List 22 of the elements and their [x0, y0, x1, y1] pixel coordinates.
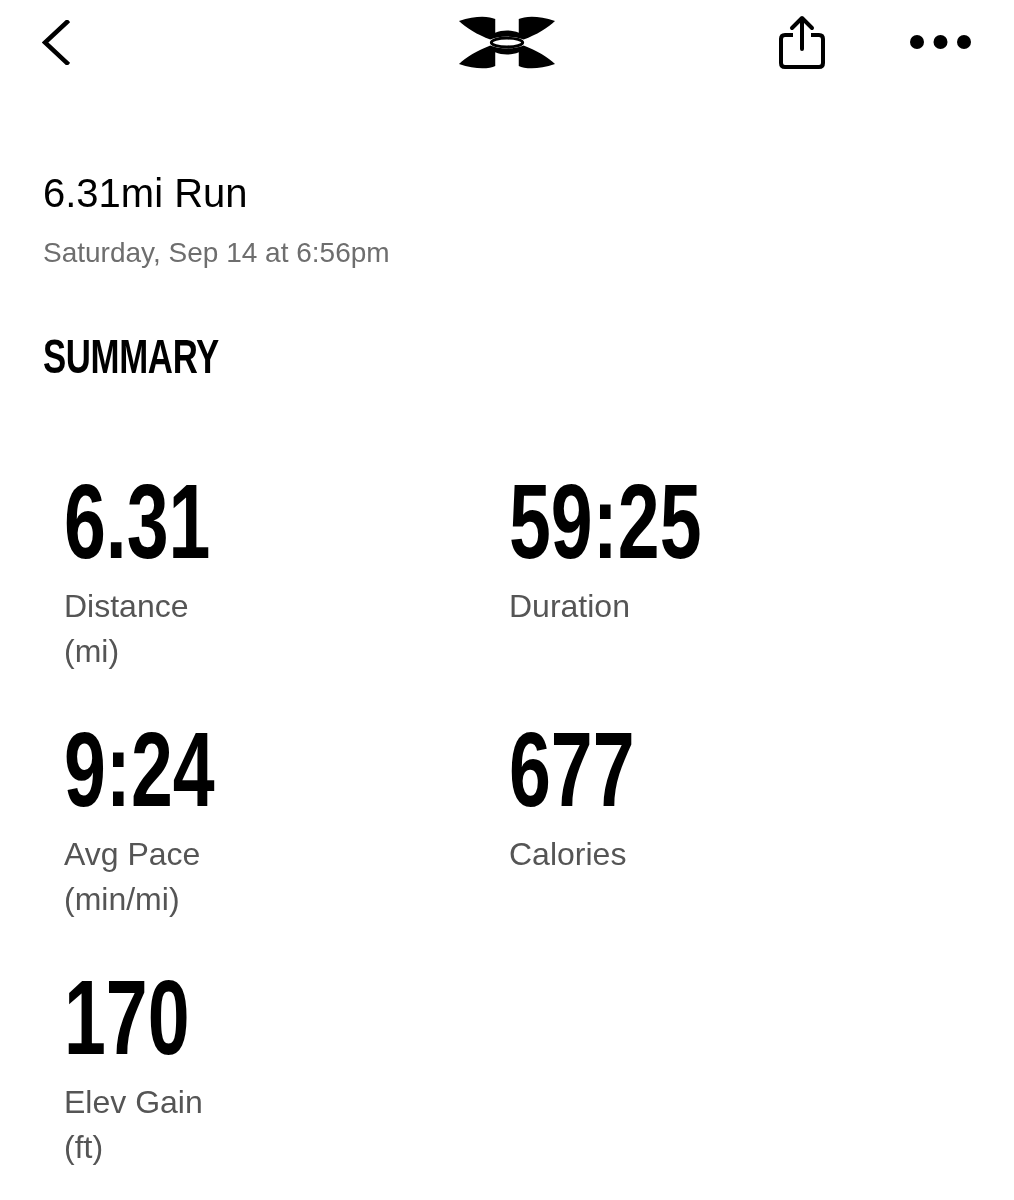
stat-unit: (min/mi)	[64, 880, 180, 919]
stat-label: Avg Pace	[64, 835, 201, 874]
stat-label: Duration	[509, 587, 630, 626]
share-icon	[777, 14, 827, 70]
stat-label: Calories	[509, 835, 627, 874]
activity-date: Saturday, Sep 14 at 6:56pm	[43, 236, 390, 270]
stat-value: 677	[509, 716, 635, 822]
activity-title: 6.31mi Run	[43, 170, 248, 217]
stat-value: 170	[64, 964, 190, 1070]
more-button[interactable]	[910, 35, 971, 49]
stat-value: 59:25	[509, 468, 702, 574]
summary-heading: SUMMARY	[43, 328, 219, 384]
more-icon	[910, 35, 971, 49]
stat-unit: (mi)	[64, 632, 120, 671]
stat-label: Elev Gain	[64, 1083, 203, 1122]
back-button[interactable]	[42, 19, 70, 65]
stat-label: Distance	[64, 587, 189, 626]
stat-value: 6.31	[64, 468, 211, 574]
stat-value: 9:24	[64, 716, 215, 822]
stat-unit: (ft)	[64, 1128, 104, 1167]
chevron-left-icon	[42, 19, 70, 65]
share-button[interactable]	[777, 14, 827, 70]
